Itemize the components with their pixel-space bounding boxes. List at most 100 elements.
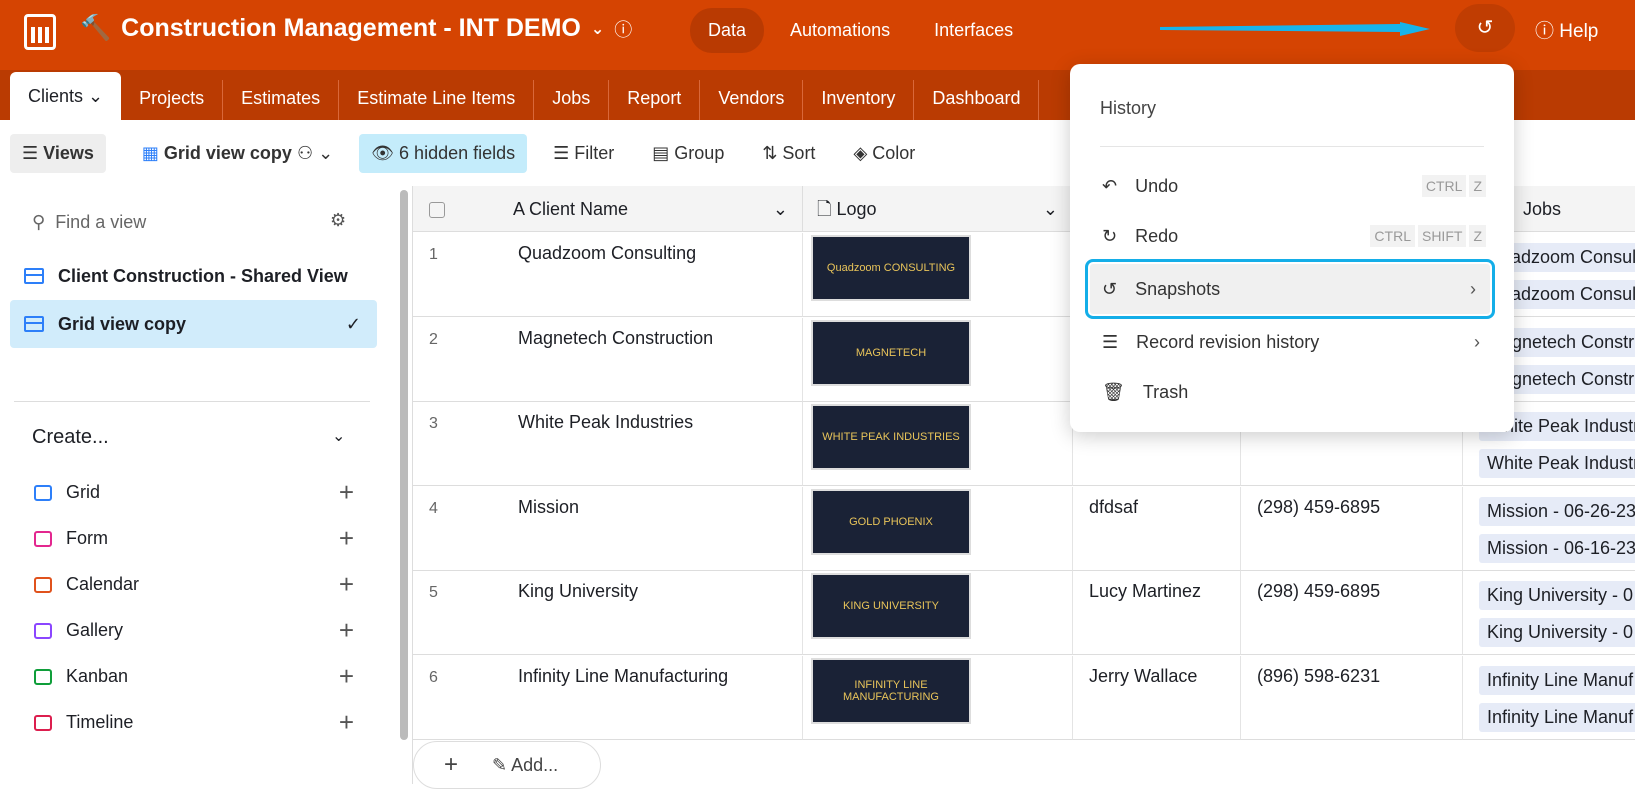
create-section[interactable]: Create...⌄ (32, 426, 109, 449)
view-item-grid-copy[interactable]: Grid view copy✓ (10, 300, 377, 348)
linked-job[interactable]: Infinity Line Manuf (1479, 666, 1635, 695)
find-view-input[interactable]: ⚲ Find a view (32, 212, 146, 233)
jobs-cell[interactable]: Mission - 06-26-23 Mission - 06-16-23 (1463, 487, 1635, 571)
logo-cell[interactable]: GOLD PHOENIX (803, 487, 1073, 571)
create-kanban[interactable]: Kanban+ (34, 666, 354, 687)
row-number: 2 (429, 331, 438, 348)
linked-job[interactable]: Mission - 06-26-23 (1479, 497, 1635, 526)
menu-item-redo[interactable]: ↻RedoCTRLSHIFTZ (1090, 212, 1494, 260)
nav-automations[interactable]: Automations (772, 8, 908, 53)
app-icon[interactable] (24, 14, 56, 50)
phone-cell[interactable]: (896) 598-6231 (1241, 656, 1463, 740)
header-label: Logo (837, 199, 877, 219)
create-grid[interactable]: Grid+ (34, 482, 354, 503)
tab-clients[interactable]: Clients ⌄ (10, 72, 121, 120)
jobs-cell[interactable]: King University - 0 King University - 0 (1463, 571, 1635, 655)
color-button[interactable]: ◈ Color (841, 134, 927, 173)
tab-vendors[interactable]: Vendors (700, 80, 803, 120)
create-calendar[interactable]: Calendar+ (34, 574, 354, 595)
create-form[interactable]: Form+ (34, 528, 354, 549)
menu-item-snapshots[interactable]: ↺Snapshots› (1090, 264, 1490, 314)
check-icon: ✓ (346, 314, 361, 335)
client-logo[interactable]: KING UNIVERSITY (811, 573, 971, 639)
tab-label: Clients (28, 86, 83, 106)
contact-cell[interactable]: dfdsaf (1073, 487, 1241, 571)
linked-job[interactable]: King University - 0 (1479, 581, 1635, 610)
contact-cell[interactable]: Jerry Wallace (1073, 656, 1241, 740)
contact-value: dfdsaf (1089, 497, 1138, 517)
tab-estimate-line-items[interactable]: Estimate Line Items (339, 80, 534, 120)
column-header-client-name[interactable]: A Client Name⌄ (413, 186, 803, 232)
linked-job[interactable]: White Peak Industr (1479, 449, 1635, 478)
tab-inventory[interactable]: Inventory (803, 80, 914, 120)
logo-cell[interactable]: INFINITY LINE MANUFACTURING (803, 656, 1073, 740)
filter-button[interactable]: ☰ Filter (541, 134, 626, 173)
logo-cell[interactable]: KING UNIVERSITY (803, 571, 1073, 655)
grid-icon (24, 268, 44, 284)
base-name: Construction Management - INT DEMO (121, 14, 581, 43)
redo-icon: ↻ (1102, 226, 1117, 247)
nav-data[interactable]: Data (690, 8, 764, 53)
view-item-shared[interactable]: Client Construction - Shared View (10, 252, 377, 300)
sidebar-scrollbar[interactable] (400, 190, 408, 740)
history-menu: History ↶UndoCTRLZ ↻RedoCTRLSHIFTZ ↺Snap… (1070, 64, 1514, 432)
gear-icon[interactable]: ⚙ (330, 210, 346, 231)
client-logo[interactable]: GOLD PHOENIX (811, 489, 971, 555)
client-name-cell[interactable]: 5King University (413, 571, 803, 655)
help-button[interactable]: ⓘ Help (1535, 16, 1598, 43)
phone-cell[interactable]: (298) 459-6895 (1241, 487, 1463, 571)
base-title[interactable]: 🔨Construction Management - INT DEMO⌄ⓘ (80, 14, 632, 43)
phone-value: (298) 459-6895 (1257, 581, 1380, 601)
client-name-cell[interactable]: 3White Peak Industries (413, 402, 803, 486)
linked-job[interactable]: Infinity Line Manuf (1479, 703, 1635, 732)
key: CTRL (1422, 175, 1467, 197)
client-name-cell[interactable]: 1Quadzoom Consulting (413, 233, 803, 317)
client-logo[interactable]: MAGNETECH (811, 320, 971, 386)
contact-value: Jerry Wallace (1089, 666, 1197, 686)
add-row-button[interactable]: +✎ Add... (413, 741, 601, 789)
create-gallery[interactable]: Gallery+ (34, 620, 354, 641)
client-logo[interactable]: INFINITY LINE MANUFACTURING (811, 658, 971, 724)
menu-label: Redo (1135, 226, 1178, 247)
select-all-checkbox[interactable] (429, 202, 445, 218)
client-name: Mission (518, 497, 579, 518)
nav-interfaces[interactable]: Interfaces (916, 8, 1031, 53)
client-name-cell[interactable]: 2Magnetech Construction (413, 318, 803, 402)
logo-cell[interactable]: MAGNETECH (803, 318, 1073, 402)
menu-item-undo[interactable]: ↶UndoCTRLZ (1090, 162, 1494, 210)
group-button[interactable]: ▤ Group (640, 134, 736, 173)
plus-icon: + (339, 569, 354, 600)
menu-item-trash[interactable]: 🗑Trash (1090, 368, 1494, 416)
jobs-cell[interactable]: Infinity Line Manuf Infinity Line Manuf (1463, 656, 1635, 740)
tab-report[interactable]: Report (609, 80, 700, 120)
tab-projects[interactable]: Projects (121, 80, 223, 120)
text-field-icon: A (513, 199, 524, 219)
menu-item-revision-history[interactable]: ☰Record revision history› (1090, 318, 1494, 366)
client-logo[interactable]: WHITE PEAK INDUSTRIES (811, 404, 971, 470)
tab-jobs[interactable]: Jobs (534, 80, 609, 120)
client-name-cell[interactable]: 4Mission (413, 487, 803, 571)
column-header-logo[interactable]: 🗋 Logo⌄ (803, 186, 1073, 232)
gallery-icon (34, 623, 52, 639)
client-name-cell[interactable]: 6Infinity Line Manufacturing (413, 656, 803, 740)
logo-cell[interactable]: Quadzoom CONSULTING (803, 233, 1073, 317)
header-label: Client Name (529, 199, 628, 219)
tab-dashboard[interactable]: Dashboard (914, 80, 1039, 120)
contact-cell[interactable]: Lucy Martinez (1073, 571, 1241, 655)
undo-icon: ↶ (1102, 176, 1117, 197)
tab-estimates[interactable]: Estimates (223, 80, 339, 120)
history-button[interactable]: ↺ (1455, 4, 1515, 52)
sort-button[interactable]: ⇅ Sort (750, 134, 827, 173)
color-label: Color (872, 143, 915, 163)
hidden-fields-button[interactable]: 👁 6 hidden fields (359, 134, 527, 173)
create-timeline[interactable]: Timeline+ (34, 712, 354, 733)
phone-cell[interactable]: (298) 459-6895 (1241, 571, 1463, 655)
views-button[interactable]: ☰ Views (10, 134, 106, 173)
linked-job[interactable]: King University - 0 (1479, 618, 1635, 647)
info-icon[interactable]: ⓘ (614, 16, 632, 42)
logo-cell[interactable]: WHITE PEAK INDUSTRIES (803, 402, 1073, 486)
client-logo[interactable]: Quadzoom CONSULTING (811, 235, 971, 301)
linked-job[interactable]: Mission - 06-16-23 (1479, 534, 1635, 563)
view-switcher[interactable]: ▦ Grid view copy ⚇ ⌄ (130, 134, 345, 173)
key: SHIFT (1418, 225, 1466, 247)
